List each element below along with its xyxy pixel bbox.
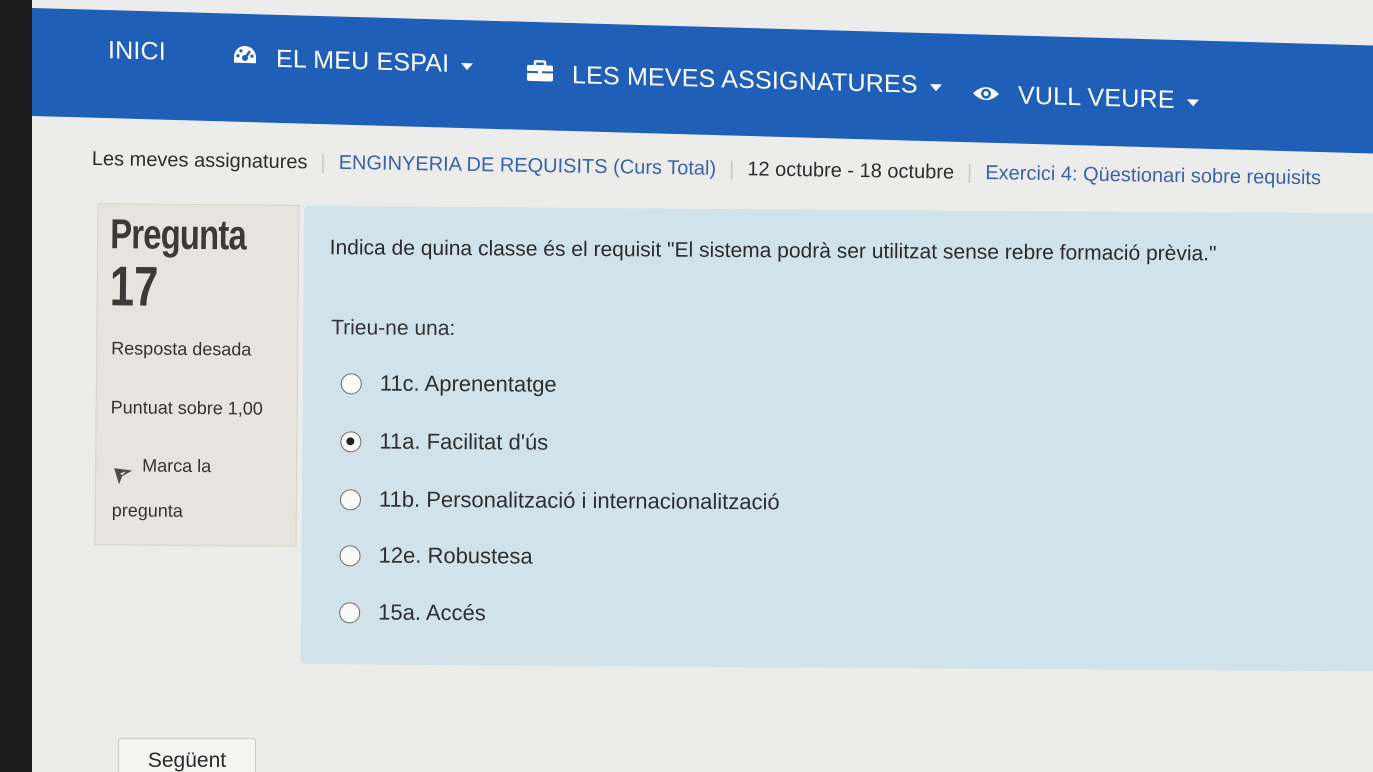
- breadcrumb-week[interactable]: 12 octubre - 18 octubre: [747, 158, 954, 184]
- radio-button-selected[interactable]: [340, 430, 362, 452]
- answer-prompt: Trieu-ne una:: [331, 316, 456, 341]
- breadcrumb-my-courses[interactable]: Les meves assignatures: [92, 148, 308, 174]
- nav-want-to-see-label: VULL VEURE: [1018, 81, 1175, 114]
- dashboard-icon: [232, 44, 258, 74]
- answer-option-label: 11c. Aprenentatge: [379, 370, 557, 397]
- chevron-down-icon: [929, 84, 942, 92]
- nav-home-label: INICI: [108, 36, 166, 66]
- next-button[interactable]: Següent: [118, 738, 256, 772]
- breadcrumb-separator: |: [728, 158, 735, 181]
- answer-option[interactable]: 11a. Facilitat d'ús: [340, 428, 548, 455]
- flag-icon: [112, 464, 134, 491]
- radio-button[interactable]: [339, 544, 361, 566]
- breadcrumb-separator: |: [320, 151, 326, 174]
- briefcase-icon: [526, 59, 554, 90]
- question-text: Indica de quina classe és el requisit "E…: [329, 236, 1217, 266]
- question-status: Resposta desada: [111, 338, 252, 360]
- question-label: Pregunta: [110, 210, 247, 259]
- answer-option-label: 12e. Robustesa: [378, 542, 533, 569]
- nav-my-courses-menu[interactable]: LES MEVES ASSIGNATURES: [526, 59, 942, 101]
- answer-option[interactable]: 12e. Robustesa: [339, 542, 533, 569]
- answer-option[interactable]: 15a. Accés: [339, 599, 486, 626]
- navbar: INICI EL MEU ESPAI LES MEVES ASSIGNATURE…: [32, 8, 1373, 154]
- breadcrumb-separator: |: [966, 161, 973, 184]
- radio-button[interactable]: [339, 488, 362, 510]
- answer-option-label: 11a. Facilitat d'ús: [379, 428, 549, 455]
- nav-home-link[interactable]: INICI: [108, 36, 166, 67]
- nav-my-space-label: EL MEU ESPAI: [276, 44, 450, 78]
- question-grade: Puntuat sobre 1,00: [110, 397, 263, 419]
- nav-my-courses-label: LES MEVES ASSIGNATURES: [572, 61, 918, 99]
- radio-button[interactable]: [339, 601, 361, 623]
- answer-option[interactable]: 11b. Personalització i internacionalitza…: [339, 486, 780, 515]
- chevron-down-icon: [461, 62, 474, 71]
- question-info-panel: Pregunta 17 Resposta desada Puntuat sobr…: [94, 203, 300, 547]
- breadcrumb: Les meves assignatures | ENGINYERIA DE R…: [92, 148, 1321, 190]
- flag-label-line1: Marca la: [142, 455, 212, 477]
- breadcrumb-course[interactable]: ENGINYERIA DE REQUISITS (Curs Total): [338, 152, 716, 181]
- radio-button[interactable]: [340, 372, 362, 394]
- answer-option[interactable]: 11c. Aprenentatge: [340, 370, 557, 398]
- question-panel: Indica de quina classe és el requisit "E…: [300, 206, 1373, 672]
- screen: INICI EL MEU ESPAI LES MEVES ASSIGNATURE…: [32, 0, 1373, 772]
- question-number: 17: [109, 254, 159, 318]
- flag-label-line2: pregunta: [111, 500, 183, 521]
- flag-question-link[interactable]: Marca la pregunta: [98, 204, 298, 521]
- breadcrumb-quiz[interactable]: Exercici 4: Qüestionari sobre requisits: [985, 162, 1321, 190]
- eye-icon: [972, 80, 1000, 110]
- answer-option-label: 15a. Accés: [378, 599, 486, 626]
- nav-want-to-see-menu[interactable]: VULL VEURE: [972, 80, 1199, 115]
- answer-option-label: 11b. Personalització i internacionalitza…: [378, 486, 780, 515]
- chevron-down-icon: [1186, 99, 1199, 107]
- nav-my-space-menu[interactable]: EL MEU ESPAI: [232, 44, 474, 80]
